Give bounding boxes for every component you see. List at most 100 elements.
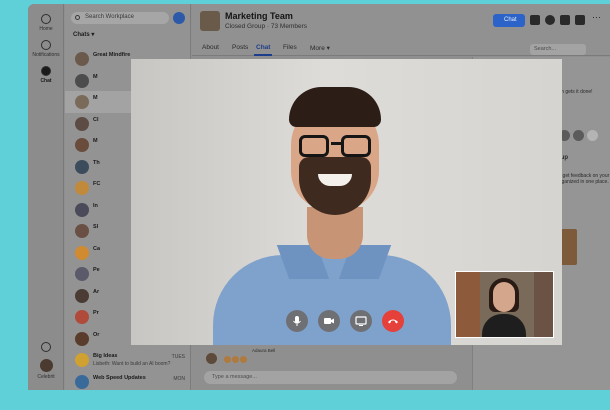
mute-mic-button[interactable] [286,310,308,332]
chat-name: Web Speed Updates [93,374,146,381]
pip-background [534,272,553,337]
chat-name: Th [93,159,100,166]
rail-chat-label: Chat [40,78,52,84]
workplace-app-window: Home Notifications Chat Celebrit Search … [28,4,610,390]
chat-list-item[interactable]: Big Ideas Lisbeth: Want to build an AI bo… [65,349,191,371]
compose-icon[interactable] [173,12,185,24]
chat-name: Sl [93,224,99,230]
chat-name: Pe [93,267,100,273]
tab-posts[interactable]: Posts [232,44,248,51]
screen-share-icon [355,316,367,326]
composer-placeholder: Type a message... [212,374,257,380]
avatar [75,52,89,66]
rail-home[interactable]: Home [28,14,64,32]
self-body [482,314,526,337]
page-title: Marketing Team [225,11,293,21]
avatar [75,181,89,195]
toggle-camera-button[interactable] [318,310,340,332]
group-avatar [200,11,220,31]
chat-name: Cl [93,116,99,123]
chat-name: M [93,95,98,101]
rail-profile-label: Celebrit [37,374,55,380]
avatar [75,116,89,131]
avatar [75,224,89,238]
chat-time: TUES [171,354,185,360]
rail-notifications[interactable]: Notifications [28,40,64,58]
rail-profile[interactable]: Celebrit [28,359,64,380]
calendar-icon[interactable] [530,15,540,25]
message-composer[interactable]: Type a message... [204,371,457,384]
more-icon[interactable]: ··· [592,12,602,22]
self-face [493,282,515,312]
tab-chat[interactable]: Chat [256,44,270,51]
tab-files[interactable]: Files [283,44,297,51]
chat-button[interactable]: Chat [493,14,525,27]
reply-author: Adaura Bell [252,348,276,353]
rail-home-label: Home [39,26,53,32]
microphone-icon [293,316,301,326]
emoji-icon [224,356,231,363]
avatar [75,374,89,389]
rail-help[interactable] [28,342,64,354]
chat-name: Ca [93,245,101,252]
video-icon[interactable] [575,15,585,25]
tab-about[interactable]: About [202,44,219,51]
caller-hair [289,87,381,127]
avatar [75,331,89,346]
avatar [75,95,89,109]
hang-up-icon [388,319,398,324]
search-input[interactable]: Search Workplace [71,12,169,24]
chat-name: Big Ideas [93,353,118,359]
tab-more[interactable]: More ▾ [310,44,330,52]
emoji-icon [240,356,247,363]
avatar [75,73,89,88]
bell-icon[interactable] [545,15,555,25]
avatar[interactable] [573,130,584,141]
chat-time: MON [173,375,185,382]
chat-name: Great Mindfire [93,52,131,58]
chat-list-item[interactable]: Web Speed Updates MON [65,371,191,391]
emoji-icon [232,356,239,363]
chat-name: Pr [93,310,99,316]
avatar [75,288,89,303]
screen-share-button[interactable] [350,310,372,332]
rail-notifications-label: Notifications [32,52,60,58]
phone-icon[interactable] [560,15,570,25]
chats-heading-label: Chats [73,32,90,38]
video-call-window [131,59,562,345]
camera-icon [324,318,334,324]
group-search-input[interactable]: Search... [530,44,586,55]
avatar [75,245,89,260]
avatar [75,310,89,324]
chat-name: M [93,138,98,144]
avatar [75,267,89,281]
pip-background [456,272,480,337]
help-icon [41,342,51,352]
glasses-lens [341,135,371,157]
chats-heading[interactable]: Chats ▾ [73,31,94,38]
group-subtitle: Closed Group · 73 Members [225,23,308,30]
avatar [206,353,217,364]
chat-name: Or [93,331,100,338]
avatar [75,138,89,152]
chat-name: Ar [93,288,100,295]
info-desc: organized in one place. [557,179,609,185]
more-icon[interactable] [587,130,598,141]
active-tab-indicator [254,54,272,56]
left-rail: Home Notifications Chat Celebrit [28,4,64,390]
avatar [39,359,53,372]
group-header: Marketing Team Closed Group · 73 Members… [192,4,610,56]
avatar [75,202,89,217]
rail-chat[interactable]: Chat [28,66,64,84]
home-icon [41,14,51,24]
self-view-video[interactable] [455,271,554,338]
screenshot-frame: Home Notifications Chat Celebrit Search … [0,0,610,410]
search-placeholder: Search Workplace [85,14,134,20]
bell-icon [41,40,51,50]
glasses-bridge [331,142,341,145]
glasses-lens [299,135,329,157]
avatar [75,353,89,367]
avatar [75,159,89,174]
end-call-button[interactable] [382,310,404,332]
chat-icon [41,66,51,76]
